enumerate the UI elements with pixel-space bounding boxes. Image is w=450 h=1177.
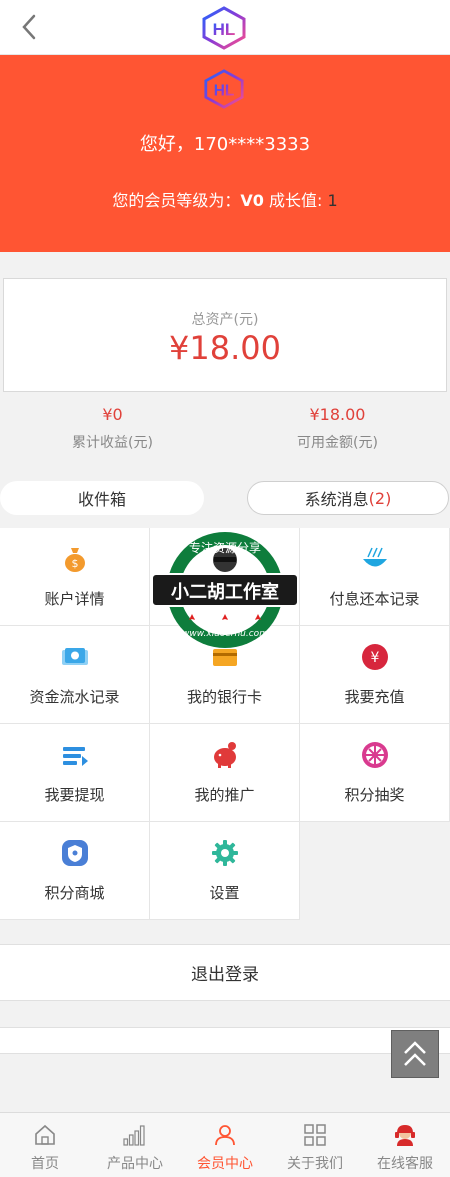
bottom-nav: 首页 产品中心 会员中心 关于我们 在线客服 [0,1112,450,1177]
scroll-to-top-button[interactable] [391,1030,439,1078]
menu-label: 资金流水记录 [29,688,120,706]
nav-label: 关于我们 [287,1156,343,1172]
menu-points-lottery[interactable]: 积分抽奖 [300,724,450,822]
svg-text:www.xiaoerhu.com: www.xiaoerhu.com [182,629,268,639]
menu-label: 付息还本记录 [329,590,420,608]
available-balance-label: 可用金额(元) [297,435,378,451]
money-bag-icon: $ [65,548,85,572]
customer-service-icon [395,1125,415,1146]
svg-text:¥: ¥ [371,650,380,666]
nav-label: 会员中心 [197,1156,253,1172]
nav-label: 在线客服 [377,1156,433,1172]
menu-points-mall[interactable]: 积分商城 [0,822,150,920]
nav-member-center[interactable]: 会员中心 [180,1113,270,1177]
growth-label: 成长值: [263,191,328,210]
grid-icon [304,1124,326,1146]
level-prefix: 您的会员等级为： [112,191,241,210]
svg-text:$: $ [72,557,79,570]
bowl-icon [363,547,387,567]
svg-text:小二胡工作室: 小二胡工作室 [171,581,279,603]
user-icon [215,1125,235,1146]
menu-fund-flow[interactable]: 资金流水记录 [0,626,150,724]
level-value: V0 [240,191,264,210]
shield-icon [62,840,88,866]
menu-interest-records[interactable]: 付息还本记录 [300,528,450,626]
top-bar: HL [0,0,450,55]
menu-account-details[interactable]: $ 账户详情 [0,528,150,626]
chevron-left-icon [22,14,36,40]
member-level: 您的会员等级为：V0 成长值: 1 [0,187,450,211]
menu-label: 我要充值 [344,688,405,706]
menu-label: 设置 [209,884,240,902]
nav-customer-service[interactable]: 在线客服 [360,1113,450,1177]
growth-value: 1 [327,191,338,210]
cumulative-income-value: ¥0 [102,405,123,424]
menu-label: 我要提现 [44,786,105,804]
nav-products[interactable]: 产品中心 [90,1113,180,1177]
home-icon [35,1124,55,1145]
nav-about[interactable]: 关于我们 [270,1113,360,1177]
withdraw-icon [63,747,88,766]
menu-settings[interactable]: 设置 [150,822,300,920]
member-hero: HL 您好，170****3333 您的会员等级为：V0 成长值: 1 [0,55,450,252]
brand-logo: HL [202,6,246,50]
menu-label: 我的推广 [194,786,255,804]
nav-label: 产品中心 [107,1156,163,1172]
menu-label: 积分抽奖 [344,786,405,804]
menu-label: 积分商城 [44,884,105,902]
logout-button[interactable]: 退出登录 [0,944,450,1001]
gear-icon [212,840,238,866]
menu-label: 账户详情 [44,590,105,608]
system-messages-count: (2) [368,488,392,508]
available-balance-value: ¥18.00 [309,405,366,424]
hero-logo: HL [204,69,244,109]
yen-icon: ¥ [362,644,388,670]
cumulative-income-label: 累计收益(元) [72,435,153,451]
svg-text:HL: HL [214,82,235,99]
svg-text:HL: HL [213,20,236,39]
svg-text:专注资源分享: 专注资源分享 [189,540,261,555]
tab-inbox[interactable]: 收件箱 [0,481,204,515]
footer-spacer [0,1027,450,1054]
total-assets-value: ¥18.00 [169,329,281,367]
menu-label: 我的银行卡 [186,688,262,706]
nav-label: 首页 [31,1156,59,1172]
piggy-bank-icon [214,742,236,768]
double-chevron-up-icon [404,1041,426,1066]
cash-icon [62,648,88,665]
lottery-wheel-icon [362,742,388,768]
greeting-text: 您好，170****3333 [139,134,311,155]
total-assets-card: 总资产(元) ¥18.00 [3,278,447,392]
signal-bars-icon [123,1125,145,1146]
menu-recharge[interactable]: ¥ 我要充值 [300,626,450,724]
watermark-badge: 专注资源分享 小二胡工作室 www.xiaoerhu.com [151,532,299,648]
nav-home[interactable]: 首页 [0,1113,90,1177]
menu-promotion[interactable]: 我的推广 [150,724,300,822]
menu-withdraw[interactable]: 我要提现 [0,724,150,822]
tab-system-messages[interactable]: 系统消息 (2) [247,481,449,515]
total-assets-label: 总资产(元) [191,312,259,328]
system-messages-label: 系统消息 [304,490,369,509]
back-button[interactable] [14,12,44,42]
available-balance: ¥18.00 可用金额(元) [225,405,450,452]
cumulative-income: ¥0 累计收益(元) [0,405,225,452]
